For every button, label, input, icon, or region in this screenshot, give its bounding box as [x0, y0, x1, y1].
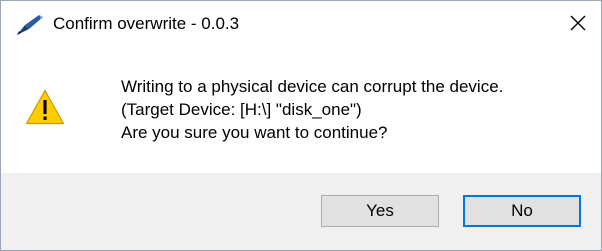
message-line-2: (Target Device: [H:\] "disk_one"): [121, 100, 362, 119]
warning-message: Writing to a physical device can corrupt…: [121, 75, 503, 144]
message-line-1: Writing to a physical device can corrupt…: [121, 77, 504, 96]
pen-app-icon: [15, 13, 45, 37]
dialog-content: Writing to a physical device can corrupt…: [1, 49, 601, 174]
confirm-overwrite-dialog: Confirm overwrite - 0.0.3 Writing to a p…: [0, 0, 602, 251]
yes-button[interactable]: Yes: [321, 195, 439, 227]
window-title: Confirm overwrite - 0.0.3: [53, 14, 240, 33]
warning-triangle-icon: [25, 89, 65, 125]
no-button[interactable]: No: [463, 195, 581, 227]
close-button[interactable]: [555, 1, 601, 45]
button-bar: Yes No: [1, 173, 601, 250]
title-bar[interactable]: Confirm overwrite - 0.0.3: [1, 1, 601, 49]
close-icon: [570, 15, 586, 31]
message-line-3: Are you sure you want to continue?: [121, 123, 388, 142]
